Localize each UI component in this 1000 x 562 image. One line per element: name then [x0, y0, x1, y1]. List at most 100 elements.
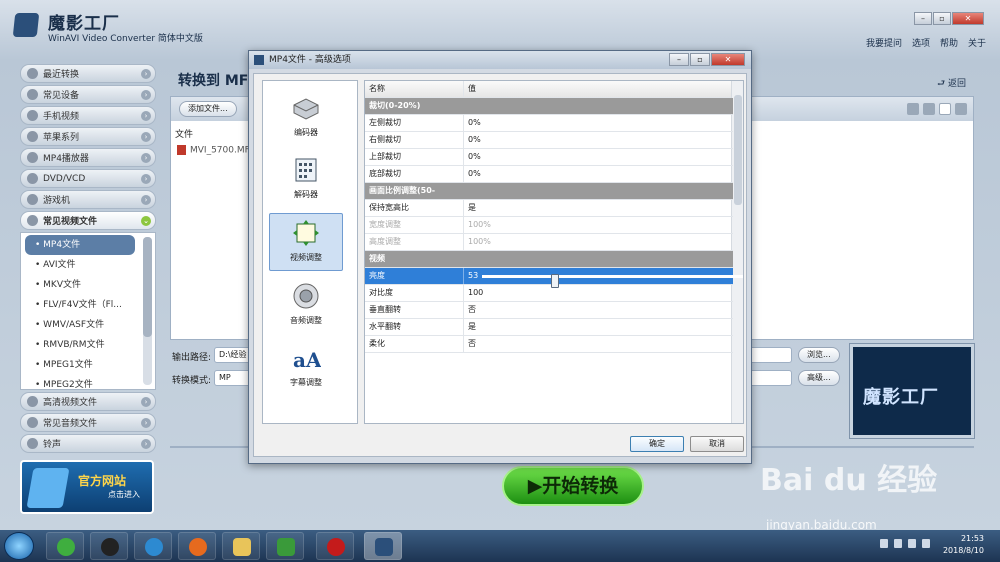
list-item[interactable]: • AVI文件: [21, 255, 155, 275]
list-item[interactable]: • FLV/F4V文件（Fl...: [21, 295, 155, 315]
property-value[interactable]: 否: [463, 302, 733, 318]
list-item[interactable]: • WMV/ASF文件: [21, 315, 155, 335]
chevron-right-icon: ›: [141, 90, 151, 100]
sidebar-item-recent[interactable]: 最近转换 ›: [20, 64, 156, 83]
clock-icon: [27, 68, 38, 79]
sidebar-item-hd[interactable]: 高清视频文件 ›: [20, 392, 156, 411]
property-value[interactable]: 53: [463, 268, 743, 288]
tab-decoder[interactable]: 解码器: [269, 151, 343, 209]
grid-row[interactable]: 保持宽高比 是: [365, 200, 733, 217]
property-value[interactable]: 0%: [463, 166, 733, 182]
move-up-icon[interactable]: [907, 103, 919, 115]
grid-row[interactable]: 宽度调整 100%: [365, 217, 733, 234]
taskbar-app-firefox[interactable]: [178, 532, 216, 560]
flag-icon[interactable]: [894, 539, 902, 548]
sidebar-item-audio[interactable]: 常见音频文件 ›: [20, 413, 156, 432]
taskbar-app-record[interactable]: [316, 532, 354, 560]
minimize-icon[interactable]: –: [914, 12, 932, 25]
ok-button[interactable]: 确定: [630, 436, 684, 452]
start-convert-button[interactable]: ▶开始转换: [502, 466, 644, 506]
property-value[interactable]: 0%: [463, 115, 733, 131]
menu-help[interactable]: 帮助: [940, 36, 958, 49]
remove-icon[interactable]: [955, 103, 967, 115]
grid-row[interactable]: 右侧裁切 0%: [365, 132, 733, 149]
keyboard-icon[interactable]: [880, 539, 888, 548]
chevron-right-icon: ›: [141, 195, 151, 205]
sidebar-item-ringtone[interactable]: 铃声 ›: [20, 434, 156, 453]
close-icon[interactable]: ✕: [952, 12, 984, 25]
advanced-button[interactable]: 高级...: [798, 370, 840, 386]
property-value[interactable]: 是: [463, 200, 733, 216]
grid-row[interactable]: 上部裁切 0%: [365, 149, 733, 166]
maximize-icon[interactable]: ▫: [933, 12, 951, 25]
windows-start-icon[interactable]: [4, 532, 34, 560]
property-name: 底部裁切: [369, 169, 401, 178]
list-item[interactable]: • MPEG2文件: [21, 375, 155, 389]
network-icon[interactable]: [908, 539, 916, 548]
list-item[interactable]: • RMVB/RM文件: [21, 335, 155, 355]
cancel-button[interactable]: 取消: [690, 436, 744, 452]
taskbar-app-explorer[interactable]: [222, 532, 260, 560]
table-row[interactable]: MVI_5700.MF: [177, 145, 250, 156]
property-value[interactable]: 0%: [463, 132, 733, 148]
back-arrow-icon: ⮐: [937, 79, 948, 89]
move-down-icon[interactable]: [923, 103, 935, 115]
property-value[interactable]: 100%: [463, 234, 733, 250]
volume-icon[interactable]: [922, 539, 930, 548]
browse-button[interactable]: 浏览...: [798, 347, 840, 363]
video-adjust-icon: [293, 220, 319, 246]
scroll-thumb[interactable]: [734, 95, 742, 205]
grid-row[interactable]: 底部裁切 0%: [365, 166, 733, 183]
grid-row[interactable]: 高度调整 100%: [365, 234, 733, 251]
sidebar-item-apple[interactable]: 苹果系列 ›: [20, 127, 156, 146]
property-value[interactable]: 100: [463, 285, 733, 301]
sidebar-item-dvd[interactable]: DVD/VCD ›: [20, 169, 156, 188]
chevron-right-icon: ›: [141, 111, 151, 121]
taskbar-app-winavi[interactable]: [364, 532, 402, 560]
menu-ask[interactable]: 我要提问: [866, 36, 902, 49]
list-item[interactable]: • MKV文件: [21, 275, 155, 295]
taskbar-app-media[interactable]: [134, 532, 172, 560]
grid-row[interactable]: 柔化 否: [365, 336, 733, 353]
property-name: 右侧裁切: [369, 135, 401, 144]
taskbar-app-qq[interactable]: [90, 532, 128, 560]
property-value[interactable]: 否: [463, 336, 733, 352]
grid-row[interactable]: 水平翻转 是: [365, 319, 733, 336]
grid-row[interactable]: 对比度 100: [365, 285, 733, 302]
list-item[interactable]: • MP4文件: [25, 235, 135, 255]
minimize-icon[interactable]: –: [669, 53, 689, 66]
menu-about[interactable]: 关于: [968, 36, 986, 49]
player-icon: [277, 538, 295, 556]
add-file-button[interactable]: 添加文件...: [179, 101, 237, 117]
property-value[interactable]: 是: [463, 319, 733, 335]
back-button[interactable]: ⮐ 返回: [937, 76, 966, 92]
list-scrollbar[interactable]: [143, 237, 152, 385]
add-icon[interactable]: [939, 103, 951, 115]
menu-options[interactable]: 选项: [912, 36, 930, 49]
tab-subtitle-adjust[interactable]: aA 字幕调整: [269, 339, 343, 397]
grid-row[interactable]: 垂直翻转 否: [365, 302, 733, 319]
scroll-thumb[interactable]: [143, 237, 152, 337]
sidebar-item-mp4-player[interactable]: MP4播放器 ›: [20, 148, 156, 167]
sidebar-item-phone[interactable]: 手机视频 ›: [20, 106, 156, 125]
sidebar-item-devices[interactable]: 常见设备 ›: [20, 85, 156, 104]
maximize-icon[interactable]: ▫: [690, 53, 710, 66]
tab-encoder[interactable]: 编码器: [269, 89, 343, 147]
tab-audio-adjust[interactable]: 音频调整: [269, 277, 343, 335]
property-value[interactable]: 100%: [463, 217, 733, 233]
property-value-text: 0%: [468, 135, 481, 144]
grid-row[interactable]: 左侧裁切 0%: [365, 115, 733, 132]
dialog-window-controls: – ▫ ✕: [669, 53, 745, 66]
property-value[interactable]: 0%: [463, 149, 733, 165]
taskbar-app-1[interactable]: [46, 532, 84, 560]
tab-video-adjust[interactable]: 视频调整: [269, 213, 343, 271]
grid-row[interactable]: 亮度 53: [365, 268, 743, 288]
list-item[interactable]: • MPEG1文件: [21, 355, 155, 375]
sidebar-item-game[interactable]: 游戏机 ›: [20, 190, 156, 209]
close-icon[interactable]: ✕: [711, 53, 745, 66]
official-site-banner[interactable]: 官方网站 点击进入: [20, 460, 154, 514]
sidebar-item-video-files[interactable]: 常见视频文件 ⌄: [20, 211, 156, 230]
taskbar-app-player[interactable]: [266, 532, 304, 560]
clock[interactable]: 21:53 2018/8/10: [943, 533, 984, 557]
brightness-slider[interactable]: [482, 274, 743, 288]
